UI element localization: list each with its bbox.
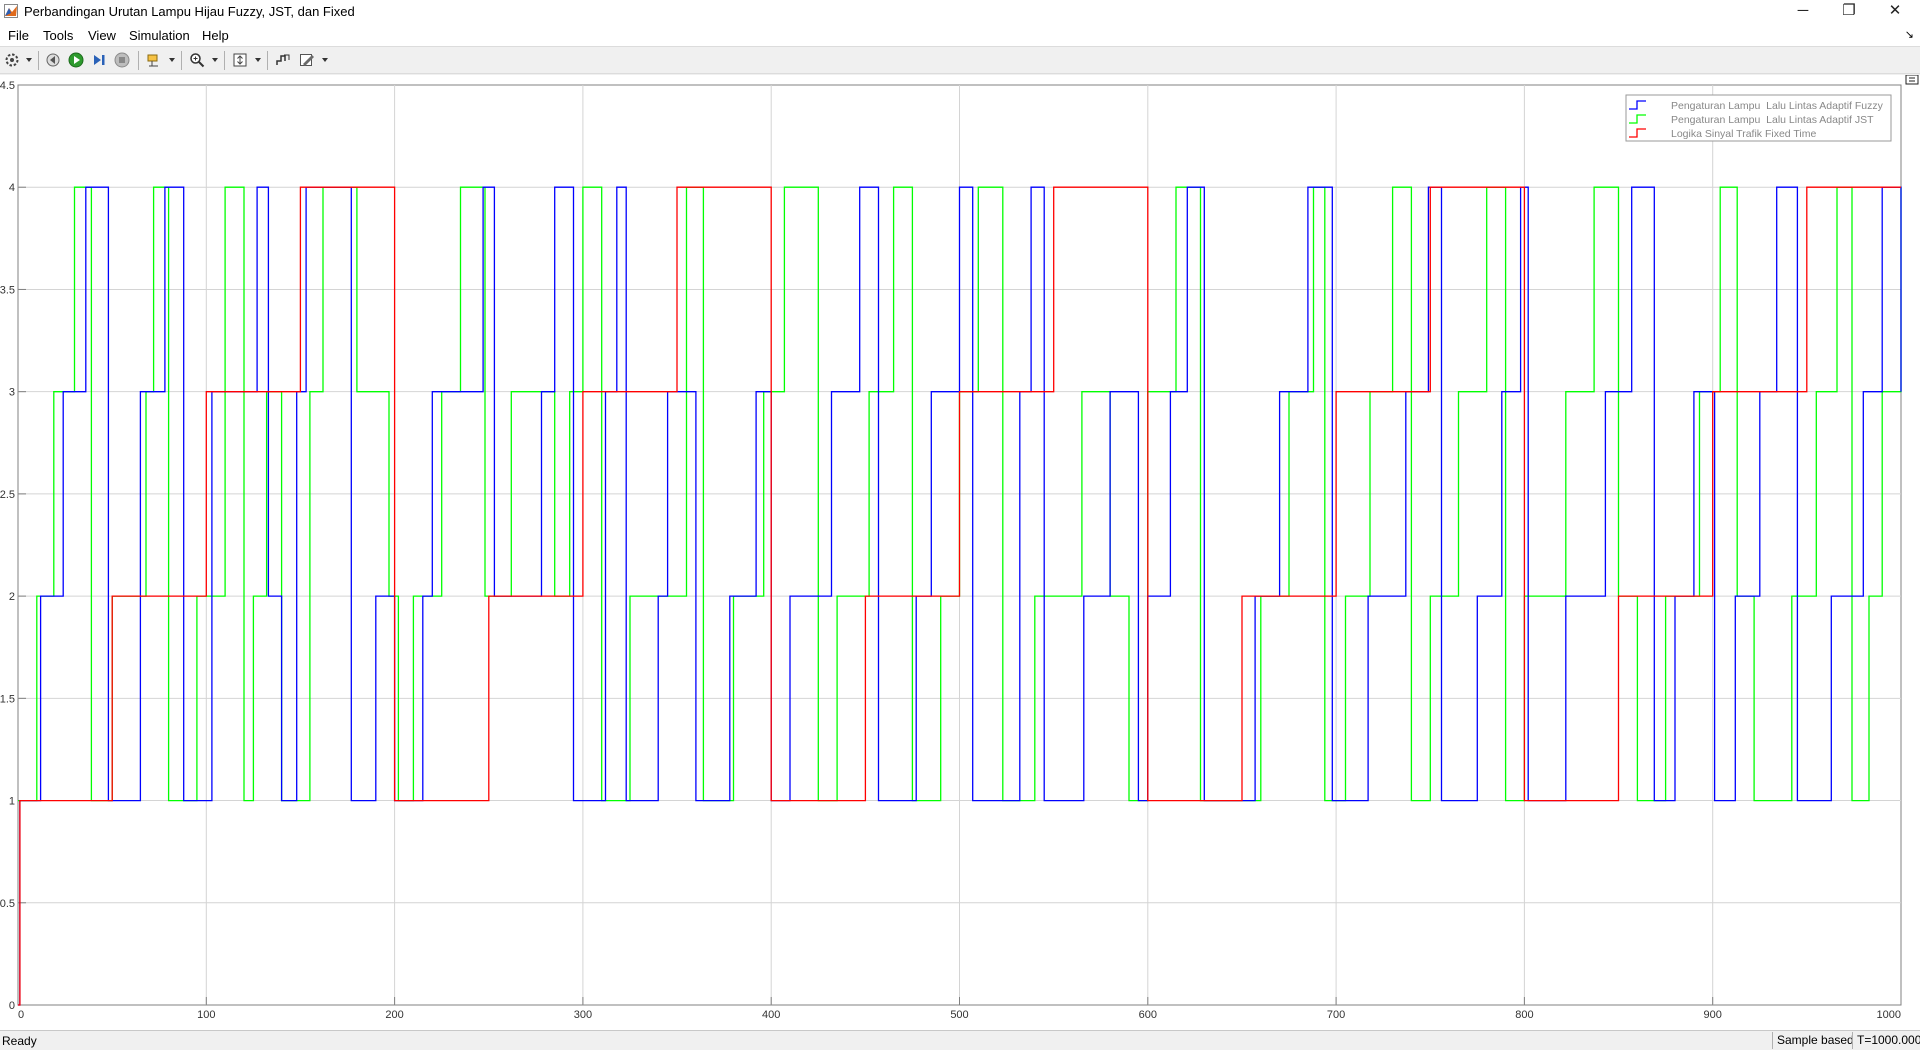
y-tick-label: 0.5 [0,898,15,910]
y-tick-label: 4 [9,182,15,194]
status-bar: Ready Sample based T=1000.000 [0,1030,1920,1050]
undock-axes-icon[interactable] [1905,75,1919,85]
legend-entry-label: Pengaturan Lampu Lalu Lintas Adaptif JST [1671,114,1874,126]
configuration-properties-icon[interactable] [4,52,20,68]
scope-plot-area: 0 100 200 300 400 500 600 700 800 900 1000 0 0.5 1 1.5… [0,75,1920,1030]
toolbar-separator [224,51,225,70]
highlight-simulink-block-icon[interactable] [146,52,162,68]
toolbar-separator [267,51,268,70]
status-sample-mode: Sample based [1772,1032,1857,1049]
stop-icon[interactable] [114,52,130,68]
status-text: Ready [2,1034,37,1048]
step-forward-icon[interactable] [91,52,107,68]
fit-dropdown-icon[interactable] [255,58,261,62]
undock-arrow-icon[interactable]: ↘ [1905,28,1914,41]
step-back-icon[interactable] [45,52,61,68]
x-tick-label: 400 [762,1009,780,1021]
y-tick-label: 4.5 [0,80,15,92]
menu-help[interactable]: Help [202,28,229,43]
y-tick-label: 3 [9,387,15,399]
triggers-icon[interactable] [275,52,291,68]
title-bar: Perbandingan Urutan Lampu Hijau Fuzzy, J… [0,0,1920,24]
minimize-icon[interactable]: ─ [1780,0,1826,24]
x-tick-label: 700 [1327,1009,1345,1021]
menu-simulation[interactable]: Simulation [129,28,190,43]
toolbar-separator [38,51,39,70]
legend-entry-label: Pengaturan Lampu Lalu Lintas Adaptif Fuz… [1671,100,1884,112]
style-icon[interactable] [299,52,315,68]
y-tick-label: 1 [9,796,15,808]
run-icon[interactable] [68,52,84,68]
fit-to-view-icon[interactable] [232,52,248,68]
close-icon[interactable]: ✕ [1872,0,1918,24]
x-tick-label: 300 [574,1009,592,1021]
zoom-dropdown-icon[interactable] [212,58,218,62]
menu-tools[interactable]: Tools [43,28,73,43]
x-tick-label: 100 [197,1009,215,1021]
legend-entry-label: Logika Sinyal Trafik Fixed Time [1671,128,1816,140]
menu-bar: File Tools View Simulation Help [0,24,1920,46]
legend[interactable]: Pengaturan Lampu Lalu Lintas Adaptif Fuz… [1625,94,1892,142]
x-tick-label: 0 [18,1009,24,1021]
status-sim-time: T=1000.000 [1852,1032,1920,1049]
config-dropdown-icon[interactable] [26,58,32,62]
restore-icon[interactable]: ❐ [1826,0,1872,24]
toolbar [0,46,1920,74]
y-tick-label: 2.5 [0,489,15,501]
x-tick-label: 200 [385,1009,403,1021]
x-tick-label: 900 [1704,1009,1722,1021]
toolbar-separator [138,51,139,70]
toolbar-separator [181,51,182,70]
y-tick-label: 0 [9,1000,15,1012]
y-tick-label: 1.5 [0,693,15,705]
matlab-icon [4,4,18,18]
x-tick-label: 1000 [1877,1009,1901,1021]
x-tick-label: 500 [950,1009,968,1021]
x-tick-label: 800 [1515,1009,1533,1021]
y-tick-label: 3.5 [0,284,15,296]
x-tick-label: 600 [1139,1009,1157,1021]
zoom-icon[interactable] [189,52,205,68]
y-tick-label: 2 [9,591,15,603]
menu-view[interactable]: View [88,28,116,43]
style-dropdown-icon[interactable] [322,58,328,62]
menu-file[interactable]: File [8,28,29,43]
highlight-dropdown-icon[interactable] [169,58,175,62]
scope-chart[interactable]: 0 100 200 300 400 500 600 700 800 900 1000 0 0.5 1 1.5… [0,75,1920,1030]
window-title: Perbandingan Urutan Lampu Hijau Fuzzy, J… [24,4,355,19]
